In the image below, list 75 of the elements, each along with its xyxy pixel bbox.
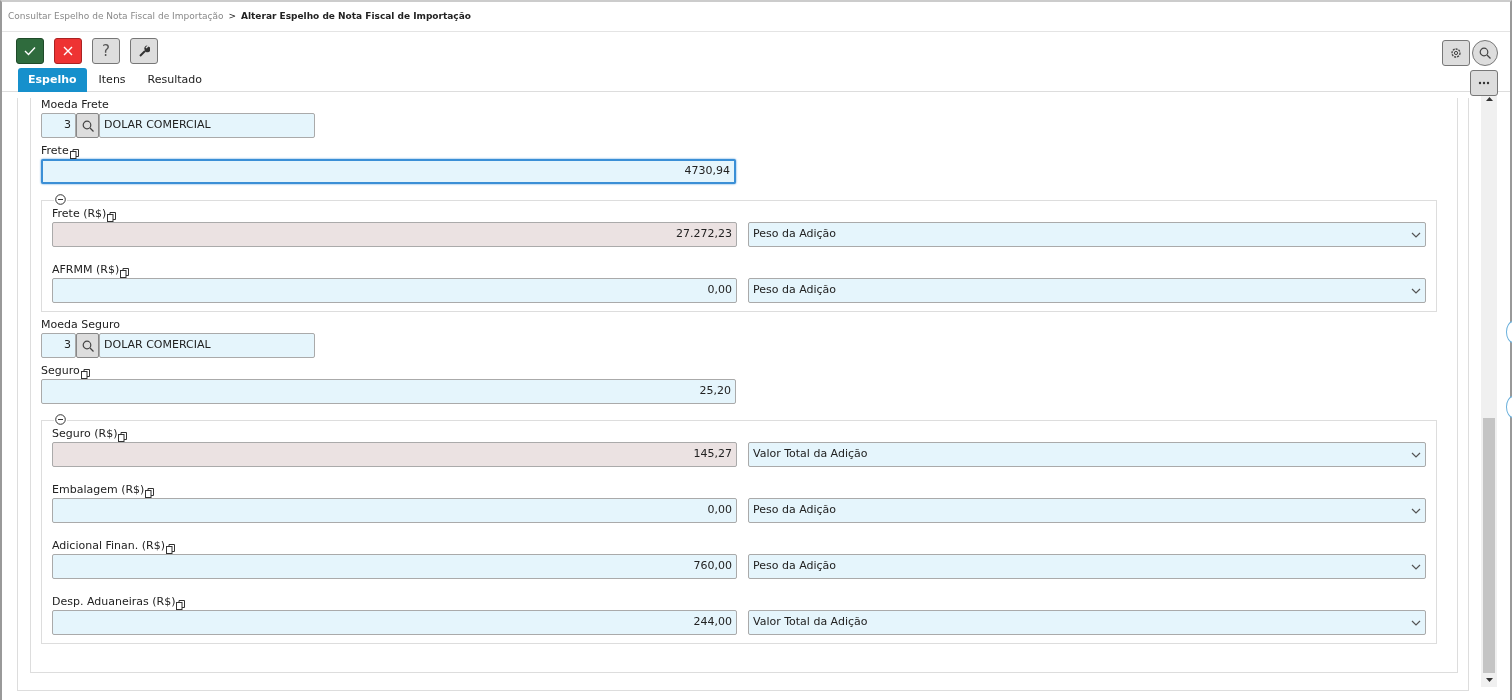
field-label: AFRMM (R$) bbox=[52, 261, 120, 278]
dropdown-value: Valor Total da Adição bbox=[753, 446, 868, 463]
settings-icon bbox=[1450, 47, 1462, 59]
chevron-down-icon bbox=[1411, 619, 1421, 626]
input-field[interactable]: 244,00 bbox=[52, 610, 737, 635]
breadcrumb-current: Alterar Espelho de Nota Fiscal de Importação bbox=[241, 9, 471, 23]
close-icon bbox=[63, 46, 73, 56]
copy-icon bbox=[80, 369, 90, 379]
chevron-down-icon bbox=[1411, 287, 1421, 294]
dropdown[interactable]: Valor Total da Adição bbox=[748, 442, 1426, 467]
copy-icon bbox=[165, 544, 175, 554]
readonly-field: 27.272,23 bbox=[52, 222, 737, 247]
copy-icon bbox=[118, 432, 128, 442]
search-icon bbox=[81, 339, 94, 352]
copy-icon bbox=[145, 488, 155, 498]
scrollbar-thumb[interactable] bbox=[1483, 418, 1495, 673]
input-field[interactable]: 0,00 bbox=[52, 498, 737, 523]
scroll-down-icon bbox=[1485, 678, 1493, 682]
field-label: Moeda Frete bbox=[41, 96, 109, 113]
chevron-down-icon bbox=[1411, 563, 1421, 570]
code-field[interactable]: 3 bbox=[41, 113, 76, 138]
copy-icon bbox=[176, 600, 186, 610]
lookup-button[interactable] bbox=[76, 333, 99, 358]
collapse-icon[interactable] bbox=[55, 194, 66, 205]
field-label: Moeda Seguro bbox=[41, 316, 120, 333]
tab[interactable]: Itens bbox=[88, 68, 136, 92]
input-field[interactable]: 25,20 bbox=[41, 379, 736, 404]
code-field[interactable]: 3 bbox=[41, 333, 76, 358]
more-button[interactable] bbox=[1470, 70, 1498, 96]
input-field[interactable]: 760,00 bbox=[52, 554, 737, 579]
copy-icon bbox=[69, 149, 79, 159]
collapse-icon[interactable] bbox=[55, 414, 66, 425]
more-icon bbox=[1478, 81, 1490, 85]
field-label: Seguro bbox=[41, 362, 80, 379]
field-label: Adicional Finan. (R$) bbox=[52, 537, 165, 554]
wrench-icon bbox=[138, 45, 150, 57]
check-icon bbox=[24, 46, 36, 56]
chevron-down-icon bbox=[1411, 451, 1421, 458]
lookup-button[interactable] bbox=[76, 113, 99, 138]
confirm-button[interactable] bbox=[16, 38, 44, 64]
dropdown[interactable]: Peso da Adição bbox=[748, 278, 1426, 303]
copy-icon bbox=[120, 268, 130, 278]
field-label: Seguro (R$) bbox=[52, 425, 118, 442]
breadcrumb-link[interactable]: Consultar Espelho de Nota Fiscal de Importação bbox=[8, 9, 224, 24]
currency-field[interactable]: DOLAR COMERCIAL bbox=[99, 333, 315, 358]
currency-field[interactable]: DOLAR COMERCIAL bbox=[99, 113, 315, 138]
readonly-field: 145,27 bbox=[52, 442, 737, 467]
settings-button[interactable] bbox=[1442, 40, 1470, 66]
search-icon bbox=[1479, 47, 1491, 59]
dropdown-value: Peso da Adição bbox=[753, 226, 837, 243]
dropdown-value: Valor Total da Adição bbox=[753, 614, 868, 631]
dropdown-value: Peso da Adição bbox=[753, 502, 837, 519]
tab[interactable]: Espelho bbox=[18, 68, 87, 92]
dropdown[interactable]: Valor Total da Adição bbox=[748, 610, 1426, 635]
chevron-down-icon bbox=[1411, 231, 1421, 238]
input-field[interactable]: 4730,94 bbox=[41, 159, 736, 184]
copy-icon bbox=[107, 212, 117, 222]
field-label: Frete bbox=[41, 142, 69, 159]
dropdown[interactable]: Peso da Adição bbox=[748, 554, 1426, 579]
field-label: Frete (R$) bbox=[52, 205, 107, 222]
tab[interactable]: Resultado bbox=[137, 68, 213, 92]
dropdown[interactable]: Peso da Adição bbox=[748, 222, 1426, 247]
help-button[interactable]: ? bbox=[92, 38, 120, 64]
search-icon bbox=[81, 119, 94, 132]
tools-button[interactable] bbox=[130, 38, 158, 64]
search-button[interactable] bbox=[1472, 40, 1498, 66]
dropdown-value: Peso da Adição bbox=[753, 558, 837, 575]
cancel-button[interactable] bbox=[54, 38, 82, 64]
input-field[interactable]: 0,00 bbox=[52, 278, 737, 303]
dropdown[interactable]: Peso da Adição bbox=[748, 498, 1426, 523]
field-label: Desp. Aduaneiras (R$) bbox=[52, 593, 176, 610]
dropdown-value: Peso da Adição bbox=[753, 282, 837, 299]
separator: > bbox=[228, 9, 236, 23]
field-label: Embalagem (R$) bbox=[52, 481, 145, 498]
chevron-down-icon bbox=[1411, 507, 1421, 514]
